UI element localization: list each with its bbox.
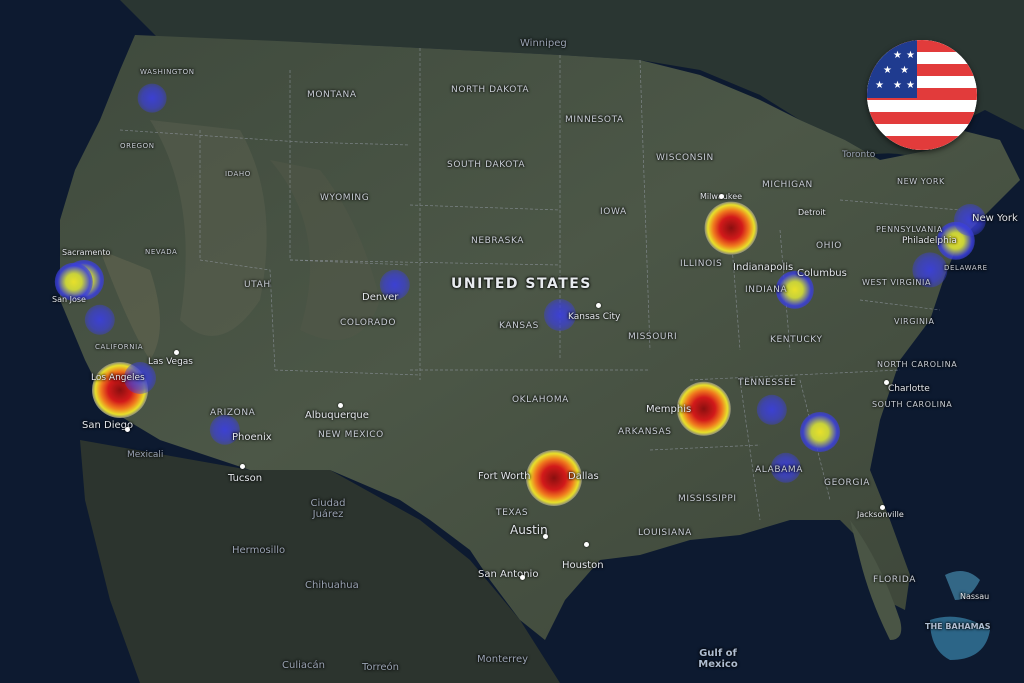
- city-dot: [174, 350, 179, 355]
- city-dot: [240, 464, 245, 469]
- city-dot: [338, 403, 343, 408]
- city-dot: [520, 575, 525, 580]
- united-states-flag-icon: ★★★ ★★ ★★★: [867, 40, 977, 150]
- svg-text:★: ★: [893, 80, 902, 91]
- flag-graphic: ★★★ ★★ ★★★: [867, 40, 977, 150]
- svg-text:★: ★: [893, 50, 902, 61]
- city-dot: [596, 303, 601, 308]
- heat-spot: [954, 204, 986, 236]
- svg-text:★: ★: [900, 65, 909, 76]
- heat-spot: [704, 201, 758, 255]
- heatmap-map[interactable]: UNITED STATES WASHINGTON MONTANA NORTH D…: [0, 0, 1024, 683]
- city-dot: [884, 380, 889, 385]
- city-dot: [584, 542, 589, 547]
- city-dot: [880, 505, 885, 510]
- svg-text:★: ★: [906, 50, 915, 61]
- city-dot: [543, 534, 548, 539]
- svg-text:★: ★: [906, 80, 915, 91]
- heat-spot: [544, 299, 576, 331]
- heat-spot: [137, 83, 167, 113]
- heat-spot: [526, 450, 582, 506]
- heat-spot: [800, 412, 840, 452]
- heat-spot: [124, 362, 156, 394]
- svg-text:★: ★: [883, 65, 892, 76]
- city-dot: [719, 194, 724, 199]
- svg-text:★: ★: [875, 80, 884, 91]
- city-dot: [125, 427, 130, 432]
